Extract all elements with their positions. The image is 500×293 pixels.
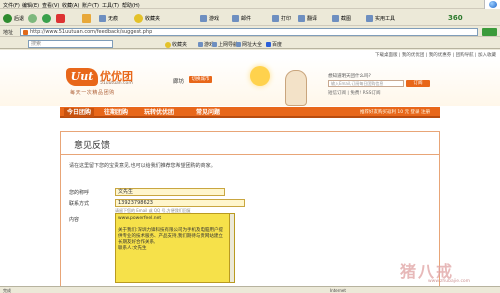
nav-icon bbox=[212, 42, 217, 47]
content-label: 内容 bbox=[69, 217, 80, 223]
menu-edit[interactable]: 编辑(E) bbox=[22, 2, 39, 9]
favorites-bar: 搜索 收藏夹 游戏 上网导航 网址大全 百度 bbox=[0, 38, 500, 49]
menu-file[interactable]: 文件(F) bbox=[3, 2, 20, 9]
refresh-icon bbox=[42, 13, 51, 23]
nav-past[interactable]: 往期团购 bbox=[104, 108, 128, 117]
mail-icon bbox=[232, 14, 239, 22]
site-favicon-icon bbox=[23, 30, 28, 35]
game-icon bbox=[200, 14, 207, 22]
site-header: Uut 优优团 51uutuan.com 每天一次精品团购 廊坊 切换城市 想知… bbox=[0, 58, 500, 106]
switch-city-button[interactable]: 切换城市 bbox=[189, 76, 212, 83]
home-icon bbox=[82, 13, 91, 23]
favorites-button[interactable]: 收藏夹 bbox=[134, 12, 160, 24]
baidu-icon bbox=[266, 42, 271, 47]
forward-arrow-icon bbox=[28, 13, 37, 23]
sun-illustration bbox=[250, 66, 270, 86]
search-input[interactable]: 搜索 bbox=[28, 40, 113, 48]
browser-menubar: 文件(F) 编辑(E) 查看(V) 收藏(A) 账户(T) 工具(T) 帮助(H… bbox=[0, 0, 500, 9]
private-button[interactable]: 无痕 bbox=[99, 12, 118, 24]
subscribe-button[interactable]: 订阅 bbox=[406, 80, 430, 87]
fav-item-baidu[interactable]: 百度 bbox=[266, 41, 282, 48]
site-top-links: 下载桌面版 | 我的优优团 | 我的优惠券 | 团购导航 | 加入收藏 bbox=[374, 53, 496, 58]
name-field[interactable]: 文先生 bbox=[115, 188, 225, 196]
address-bar: 地址 http://www.51uutuan.com/feedback/sugg… bbox=[0, 27, 500, 37]
status-text: 完成 bbox=[3, 288, 11, 293]
title-divider bbox=[61, 154, 439, 155]
forward-button[interactable] bbox=[28, 12, 37, 24]
browser-logo-icon bbox=[484, 0, 500, 9]
address-label: 地址 bbox=[3, 30, 14, 36]
kid-illustration bbox=[285, 70, 307, 106]
screenshot-button[interactable]: 截图 bbox=[332, 12, 351, 24]
status-zone: Internet bbox=[330, 288, 346, 293]
feedback-panel: 意见反馈 请在这里留下您的宝贵意见,也可以给我们推荐您希望团购的商家。 您的称呼… bbox=[60, 131, 440, 293]
feedback-intro: 请在这里留下您的宝贵意见,也可以给我们推荐您希望团购的商家。 bbox=[69, 163, 216, 169]
translate-icon bbox=[298, 14, 305, 22]
content-textarea[interactable]: www.powerfeel.net 关于我们:深圳力锋科技有限公司为手机及电脑用… bbox=[115, 213, 230, 283]
go-button[interactable] bbox=[482, 28, 497, 36]
site-logo-icon[interactable]: Uut bbox=[66, 68, 98, 86]
site-domain: 51uutuan.com bbox=[100, 81, 133, 86]
fav-item-favorites[interactable]: 收藏夹 bbox=[165, 41, 187, 48]
page-title: 意见反馈 bbox=[74, 141, 111, 151]
printer-icon bbox=[272, 14, 279, 22]
menu-view[interactable]: 查看(V) bbox=[42, 2, 59, 9]
stop-icon bbox=[56, 13, 65, 23]
sites-icon bbox=[236, 42, 241, 47]
nav-account-links[interactable]: 推荐好友购买返利 10 元 登录 注册 bbox=[360, 109, 430, 115]
subscribe-extra-links[interactable]: 短信订阅 | 免费! RSS订阅 bbox=[328, 90, 380, 96]
menu-favorites[interactable]: 收藏(A) bbox=[62, 2, 79, 9]
subscribe-question: 想知道明天团什么吗? bbox=[328, 74, 371, 79]
mail-button[interactable]: 邮件 bbox=[232, 12, 251, 24]
contact-field[interactable]: 13923798623 bbox=[115, 199, 245, 207]
site-slogan: 每天一次精品团购 bbox=[70, 90, 115, 96]
game-button[interactable]: 游戏 bbox=[200, 12, 219, 24]
tools-icon bbox=[366, 14, 373, 22]
watermark-url: www.zhubajie.com bbox=[428, 279, 471, 284]
url-input[interactable]: http://www.51uutuan.com/feedback/suggest… bbox=[20, 28, 478, 36]
textarea-scrollbar[interactable] bbox=[229, 213, 235, 283]
refresh-button[interactable] bbox=[42, 12, 51, 24]
name-label: 您的称呼 bbox=[69, 190, 90, 196]
menu-help[interactable]: 帮助(H) bbox=[122, 2, 140, 9]
fav-item-nav[interactable]: 上网导航 bbox=[212, 41, 238, 48]
menu-account[interactable]: 账户(T) bbox=[82, 2, 99, 9]
web-page: 下载桌面版 | 我的优优团 | 我的优惠券 | 团购导航 | 加入收藏 Uut … bbox=[0, 50, 500, 293]
browser-toolbar: 后退 无痕 收藏夹 游戏 邮件 打印 翻译 截图 实用工具 360 bbox=[0, 10, 500, 26]
main-nav: 今日团购 往期团购 玩转优优团 常见问题 推荐好友购买返利 10 元 登录 注册 bbox=[60, 107, 440, 118]
back-button[interactable]: 后退 bbox=[3, 12, 24, 24]
translate-button[interactable]: 翻译 bbox=[298, 12, 317, 24]
star-icon bbox=[165, 41, 171, 48]
nav-today[interactable]: 今日团购 bbox=[64, 108, 95, 117]
private-icon bbox=[99, 14, 106, 22]
current-city: 廊坊 bbox=[173, 79, 185, 85]
game-icon bbox=[198, 42, 203, 47]
fav-item-sites[interactable]: 网址大全 bbox=[236, 41, 262, 48]
contact-label: 联系方式 bbox=[69, 201, 90, 207]
status-bar: 完成 Internet bbox=[0, 286, 500, 293]
tools-button[interactable]: 实用工具 bbox=[366, 12, 395, 24]
menu-tools[interactable]: 工具(T) bbox=[102, 2, 119, 9]
subscribe-email-input[interactable]: 输入Email,订阅每日团购信息 bbox=[328, 80, 404, 87]
screenshot-icon bbox=[332, 14, 339, 22]
star-icon bbox=[134, 13, 143, 23]
print-button[interactable]: 打印 bbox=[272, 12, 291, 24]
nav-faq[interactable]: 常见问题 bbox=[196, 108, 220, 117]
security-score[interactable]: 360 bbox=[448, 12, 463, 24]
stop-button[interactable] bbox=[56, 12, 65, 24]
nav-guide[interactable]: 玩转优优团 bbox=[144, 108, 174, 117]
home-button[interactable] bbox=[82, 12, 91, 24]
back-arrow-icon bbox=[3, 13, 12, 23]
